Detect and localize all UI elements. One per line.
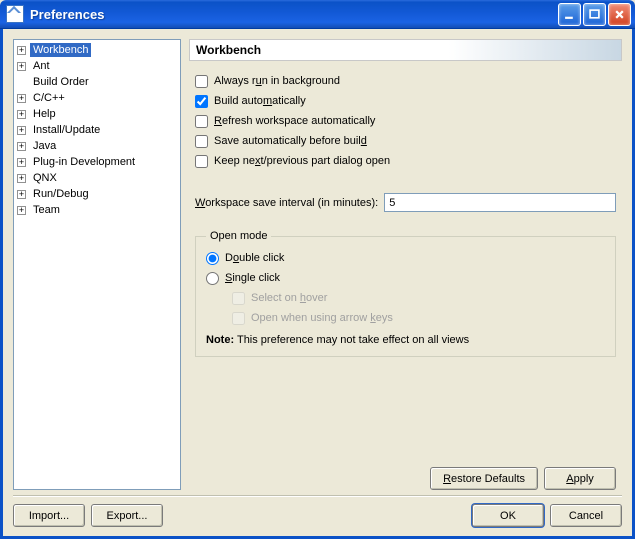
close-button[interactable] [608,3,631,26]
maximize-button[interactable] [583,3,606,26]
tree-item-java[interactable]: + Java [14,138,180,154]
tree-item-label: Install/Update [30,123,103,137]
ok-button[interactable]: OK [472,504,544,527]
tree-item-label: Help [30,107,59,121]
tree-item-build-order[interactable]: Build Order [14,74,180,90]
app-icon [6,5,24,23]
tree-item-label: Ant [30,59,53,73]
tree-item-label: Plug-in Development [30,155,138,169]
expand-icon[interactable]: + [17,190,26,199]
arrow-keys-checkbox [232,312,245,325]
expand-icon[interactable]: + [17,62,26,71]
tree-item-team[interactable]: + Team [14,202,180,218]
tree-item-ant[interactable]: + Ant [14,58,180,74]
expand-icon[interactable]: + [17,174,26,183]
keep_dialog-label: Keep next/previous part dialog open [214,155,390,167]
tree-item-plug-in-development[interactable]: + Plug-in Development [14,154,180,170]
export-button[interactable]: Export... [91,504,163,527]
open-mode-group: Open mode Double click Single click Sele… [195,230,616,357]
tree-item-qnx[interactable]: + QNX [14,170,180,186]
settings-panel: Workbench Always run in background Build … [189,39,622,490]
workspace-interval-input[interactable] [384,193,616,212]
single-click-radio[interactable] [206,272,219,285]
select-on-hover-label: Select on hover [251,292,327,304]
tree-item-install-update[interactable]: + Install/Update [14,122,180,138]
page-title: Workbench [189,39,622,61]
tree-item-workbench[interactable]: + Workbench [14,42,180,58]
always_bg-checkbox[interactable] [195,75,208,88]
keep_dialog-checkbox[interactable] [195,155,208,168]
double-click-label: Double click [225,252,284,264]
save_before-checkbox[interactable] [195,135,208,148]
tree-item-label: C/C++ [30,91,68,105]
note-text: This preference may not take effect on a… [237,334,469,346]
expand-icon[interactable]: + [17,110,26,119]
expand-icon[interactable]: + [17,126,26,135]
expand-icon[interactable]: + [17,158,26,167]
apply-button[interactable]: Apply [544,467,616,490]
refresh_ws-label: Refresh workspace automatically [214,115,375,127]
select-on-hover-checkbox [232,292,245,305]
expand-icon[interactable]: + [17,142,26,151]
tree-item-label: Build Order [30,75,92,89]
open-mode-legend: Open mode [206,230,271,242]
expand-icon[interactable]: + [17,206,26,215]
build_auto-label: Build automatically [214,95,306,107]
workspace-interval-label: Workspace save interval (in minutes): [195,197,378,209]
tree-item-label: QNX [30,171,60,185]
tree-item-label: Workbench [30,43,91,57]
arrow-keys-label: Open when using arrow keys [251,312,393,324]
restore-defaults-button[interactable]: Restore Defaults [430,467,538,490]
tree-item-label: Java [30,139,59,153]
window-title: Preferences [30,7,558,22]
tree-item-label: Run/Debug [30,187,92,201]
refresh_ws-checkbox[interactable] [195,115,208,128]
cancel-button[interactable]: Cancel [550,504,622,527]
single-click-label: Single click [225,272,280,284]
title-bar: Preferences [0,0,635,29]
tree-item-run-debug[interactable]: + Run/Debug [14,186,180,202]
expand-spacer [17,78,26,87]
build_auto-checkbox[interactable] [195,95,208,108]
save_before-label: Save automatically before build [214,135,367,147]
always_bg-label: Always run in background [214,75,340,87]
expand-icon[interactable]: + [17,46,26,55]
tree-item-c-c-[interactable]: + C/C++ [14,90,180,106]
tree-item-help[interactable]: + Help [14,106,180,122]
import-button[interactable]: Import... [13,504,85,527]
category-tree[interactable]: + Workbench + Ant Build Order + C/C++ + Help + Ins… [13,39,181,490]
double-click-radio[interactable] [206,252,219,265]
tree-item-label: Team [30,203,63,217]
expand-icon[interactable]: + [17,94,26,103]
minimize-button[interactable] [558,3,581,26]
note-label: Note: [206,334,234,346]
